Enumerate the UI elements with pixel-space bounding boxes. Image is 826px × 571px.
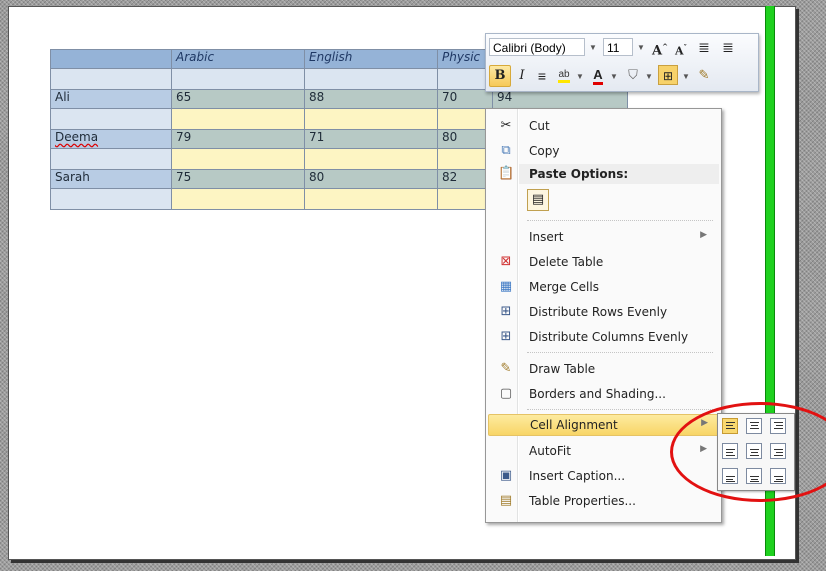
menu-item-cut[interactable]: ✂ Cut <box>488 115 717 137</box>
menu-item-label: Delete Table <box>529 255 604 269</box>
shrink-font-icon[interactable]: Aˇ <box>671 38 691 58</box>
menu-item-merge-cells[interactable]: ▦ Merge Cells <box>488 276 717 298</box>
menu-item-label: Draw Table <box>529 362 596 376</box>
table-cell[interactable]: 80 <box>304 169 438 189</box>
menu-item-label: Cell Alignment <box>530 418 618 432</box>
table-cell[interactable] <box>50 188 172 210</box>
merge-cells-icon: ▦ <box>499 279 513 294</box>
font-name-dropdown-icon[interactable]: ▼ <box>589 43 597 52</box>
table-cell[interactable] <box>171 108 305 130</box>
table-cell[interactable]: 71 <box>304 129 438 149</box>
table-cell[interactable]: 94 <box>492 89 628 109</box>
table-cell-name[interactable]: Deema <box>50 129 172 149</box>
table-cell[interactable] <box>304 148 438 170</box>
font-size-field[interactable]: 11 <box>603 38 633 56</box>
table-cell[interactable]: 88 <box>304 89 438 109</box>
misspelled-text: Deema <box>55 130 99 144</box>
borders-shading-icon: ▢ <box>499 386 513 401</box>
table-cell[interactable] <box>171 148 305 170</box>
menu-item-delete-table[interactable]: ⊠ Delete Table <box>488 251 717 273</box>
copy-icon: ⧉ <box>501 143 511 158</box>
table-header-cell[interactable]: Arabic <box>171 49 305 69</box>
borders-dropdown-icon[interactable]: ▼ <box>682 72 690 81</box>
table-cell[interactable] <box>50 148 172 170</box>
menu-separator <box>527 352 713 353</box>
table-cell[interactable]: 70 <box>437 89 493 109</box>
submenu-arrow-icon: ▶ <box>700 230 707 240</box>
table-row: Ali 65 88 70 94 <box>50 89 628 109</box>
italic-button[interactable]: I <box>512 66 532 86</box>
highlight-dropdown-icon[interactable]: ▼ <box>576 72 584 81</box>
clipboard-icon: 📋 <box>498 166 515 181</box>
menu-item-copy[interactable]: ⧉ Copy <box>488 140 717 162</box>
table-header-cell[interactable]: English <box>304 49 438 69</box>
menu-item-label: Insert <box>529 230 564 244</box>
font-color-icon[interactable]: A <box>588 65 608 85</box>
menu-item-label: Table Properties... <box>529 494 636 508</box>
delete-table-icon: ⊠ <box>500 254 512 269</box>
borders-icon[interactable]: ⊞ <box>658 65 678 85</box>
menu-item-label: Distribute Rows Evenly <box>529 305 668 319</box>
shading-icon[interactable]: ⛉ <box>623 65 643 85</box>
table-cell[interactable] <box>304 68 438 90</box>
menu-item-draw-table[interactable]: ✎ Draw Table <box>488 358 717 380</box>
table-cell[interactable]: 75 <box>171 169 305 189</box>
paste-options-label: Paste Options: <box>529 167 629 181</box>
menu-item-distribute-rows[interactable]: ⊞ Distribute Rows Evenly <box>488 301 717 323</box>
bold-label: B <box>494 68 506 83</box>
table-cell[interactable] <box>171 68 305 90</box>
menu-item-label: Cut <box>529 119 550 133</box>
table-cell[interactable] <box>50 108 172 130</box>
paste-icon: ▤ <box>531 192 545 207</box>
italic-label: I <box>519 68 525 83</box>
shading-dropdown-icon[interactable]: ▼ <box>645 72 653 81</box>
increase-indent-icon[interactable]: ≣ <box>718 37 738 57</box>
table-cell[interactable] <box>304 188 438 210</box>
center-align-icon[interactable]: ≡ <box>532 66 552 86</box>
table-cell[interactable] <box>171 188 305 210</box>
font-size-value: 11 <box>607 41 620 55</box>
table-cell[interactable] <box>50 68 172 90</box>
mini-toolbar: Calibri (Body) ▼ 11 ▼ A^ Aˇ ≣ ≣ B I ≡ ab… <box>485 33 759 92</box>
format-painter-icon[interactable]: ✎ <box>694 65 714 85</box>
font-name-value: Calibri (Body) <box>493 41 566 55</box>
menu-item-distribute-columns[interactable]: ⊞ Distribute Columns Evenly <box>488 326 717 348</box>
menu-item-label: Insert Caption... <box>529 469 626 483</box>
font-color-dropdown-icon[interactable]: ▼ <box>610 72 618 81</box>
table-cell[interactable]: 79 <box>171 129 305 149</box>
menu-item-insert[interactable]: Insert ▶ <box>488 226 717 248</box>
menu-separator <box>527 409 713 410</box>
menu-item-table-properties[interactable]: ▤ Table Properties... <box>488 490 717 512</box>
menu-item-label: AutoFit <box>529 444 571 458</box>
menu-item-borders-shading[interactable]: ▢ Borders and Shading... <box>488 383 717 405</box>
table-cell-name[interactable]: Sarah <box>50 169 172 189</box>
caption-icon: ▣ <box>499 468 513 483</box>
font-size-dropdown-icon[interactable]: ▼ <box>637 43 645 52</box>
font-name-field[interactable]: Calibri (Body) <box>489 38 585 56</box>
menu-item-label: Borders and Shading... <box>529 387 666 401</box>
menu-separator <box>527 220 713 221</box>
bold-button[interactable]: B <box>489 65 511 87</box>
grow-font-icon[interactable]: A^ <box>650 37 670 58</box>
scissors-icon: ✂ <box>500 118 512 133</box>
distribute-rows-icon: ⊞ <box>500 304 512 319</box>
paste-keep-formatting-button[interactable]: ▤ <box>527 189 549 211</box>
table-properties-icon: ▤ <box>499 493 513 508</box>
menu-item-label: Merge Cells <box>529 280 599 294</box>
decrease-indent-icon[interactable]: ≣ <box>694 37 714 57</box>
paste-options-header: Paste Options: <box>519 164 719 184</box>
table-cell[interactable]: 65 <box>171 89 305 109</box>
table-cell[interactable] <box>304 108 438 130</box>
menu-item-label: Copy <box>529 144 560 158</box>
pencil-icon: ✎ <box>500 361 512 376</box>
menu-item-label: Distribute Columns Evenly <box>529 330 689 344</box>
distribute-columns-icon: ⊞ <box>500 329 512 344</box>
table-cell[interactable] <box>50 49 172 69</box>
highlight-color-icon[interactable]: ab <box>554 65 574 85</box>
table-cell-name[interactable]: Ali <box>50 89 172 109</box>
